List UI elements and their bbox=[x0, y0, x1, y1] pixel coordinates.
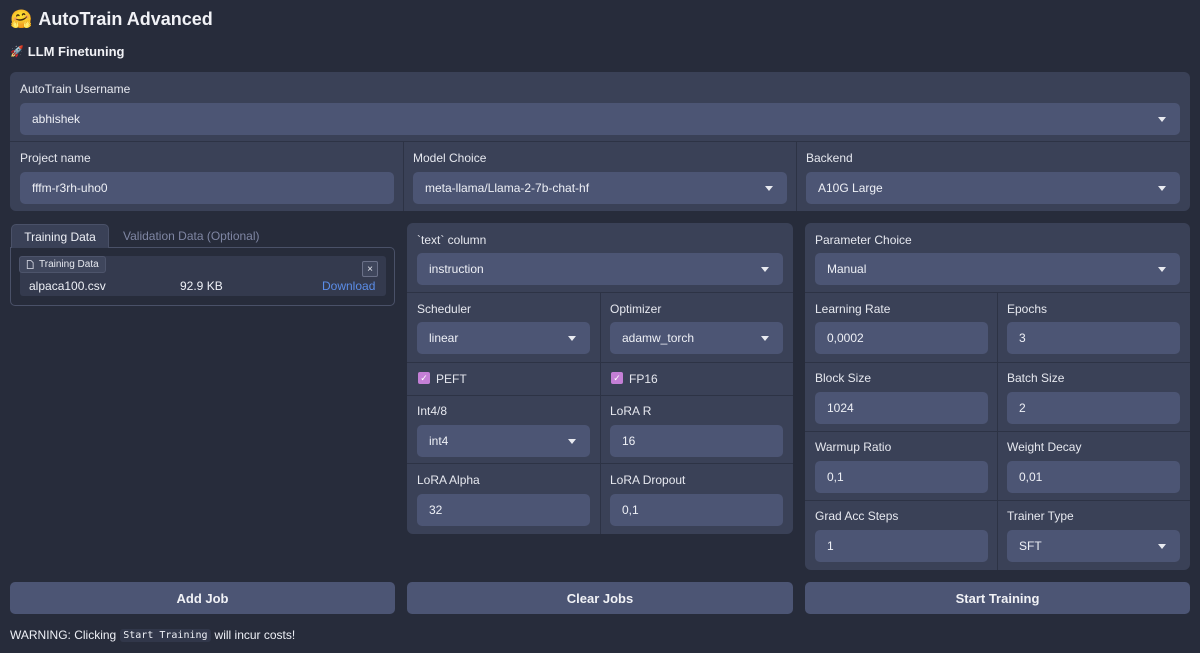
page-subtitle-text: LLM Finetuning bbox=[27, 44, 125, 59]
warmup-ratio-input[interactable]: 0,1 bbox=[815, 461, 988, 493]
divider bbox=[10, 141, 1190, 142]
grad-acc-steps-input[interactable]: 1 bbox=[815, 530, 988, 562]
file-chip-label: Training Data bbox=[39, 259, 99, 270]
app-title: 🤗 AutoTrain Advanced bbox=[10, 9, 213, 30]
batch-size-input[interactable]: 2 bbox=[1007, 392, 1180, 424]
warning-suffix: will incur costs! bbox=[214, 628, 296, 642]
file-icon bbox=[26, 260, 34, 269]
divider bbox=[805, 431, 1190, 432]
backend-label: Backend bbox=[806, 151, 853, 165]
optimizer-dropdown[interactable]: adamw_torch bbox=[610, 322, 783, 354]
int-dropdown[interactable]: int4 bbox=[417, 425, 590, 457]
learning-rate-input[interactable]: 0,0002 bbox=[815, 322, 988, 354]
text-column-label: `text` column bbox=[417, 233, 487, 247]
app-title-text: AutoTrain Advanced bbox=[38, 9, 213, 29]
trainer-type-dropdown[interactable]: SFT bbox=[1007, 530, 1180, 562]
divider bbox=[407, 362, 793, 363]
tab-validation-data[interactable]: Validation Data (Optional) bbox=[123, 229, 260, 243]
divider bbox=[805, 362, 1190, 363]
file-name: alpaca100.csv bbox=[29, 279, 106, 293]
block-size-input[interactable]: 1024 bbox=[815, 392, 988, 424]
optimizer-label: Optimizer bbox=[610, 302, 662, 316]
model-choice-label: Model Choice bbox=[413, 151, 487, 165]
peft-label: PEFT bbox=[436, 372, 467, 386]
clear-jobs-button[interactable]: Clear Jobs bbox=[407, 582, 793, 614]
model-choice-dropdown[interactable]: meta-llama/Llama-2-7b-chat-hf bbox=[413, 172, 787, 204]
divider bbox=[407, 463, 793, 464]
trainer-type-label: Trainer Type bbox=[1007, 509, 1074, 523]
lora-r-label: LoRA R bbox=[610, 404, 652, 418]
fp16-checkbox[interactable]: ✓ bbox=[611, 372, 623, 384]
epochs-input[interactable]: 3 bbox=[1007, 322, 1180, 354]
divider bbox=[796, 141, 797, 211]
page-subtitle: 🚀 LLM Finetuning bbox=[10, 44, 124, 59]
lora-dropout-input[interactable]: 0,1 bbox=[610, 494, 783, 526]
scheduler-label: Scheduler bbox=[417, 302, 472, 316]
divider bbox=[600, 292, 601, 534]
file-chip: Training Data bbox=[19, 256, 106, 273]
backend-dropdown[interactable]: A10G Large bbox=[806, 172, 1180, 204]
close-icon[interactable]: × bbox=[362, 261, 378, 277]
epochs-label: Epochs bbox=[1007, 302, 1048, 316]
peft-checkbox[interactable]: ✓ bbox=[418, 372, 430, 384]
username-dropdown[interactable]: abhishek bbox=[20, 103, 1180, 135]
fp16-label: FP16 bbox=[629, 372, 658, 386]
grad-acc-steps-label: Grad Acc Steps bbox=[815, 509, 899, 523]
scheduler-dropdown[interactable]: linear bbox=[417, 322, 590, 354]
parameter-choice-label: Parameter Choice bbox=[815, 233, 912, 247]
warning-code: Start Training bbox=[120, 628, 211, 642]
text-column-dropdown[interactable]: instruction bbox=[417, 253, 783, 285]
rocket-icon: 🚀 bbox=[10, 46, 24, 58]
divider bbox=[805, 500, 1190, 501]
lora-alpha-input[interactable]: 32 bbox=[417, 494, 590, 526]
training-options-panel: `text` column instruction Scheduler line… bbox=[407, 223, 793, 534]
lora-alpha-label: LoRA Alpha bbox=[417, 473, 480, 487]
parameters-panel: Parameter Choice Manual Learning Rate 0,… bbox=[805, 223, 1190, 570]
project-name-input[interactable]: fffm-r3rh-uho0 bbox=[20, 172, 394, 204]
tab-training-data[interactable]: Training Data bbox=[11, 224, 109, 248]
file-size: 92.9 KB bbox=[180, 279, 223, 293]
weight-decay-label: Weight Decay bbox=[1007, 440, 1082, 454]
warmup-ratio-label: Warmup Ratio bbox=[815, 440, 892, 454]
divider bbox=[403, 141, 404, 211]
lora-dropout-label: LoRA Dropout bbox=[610, 473, 686, 487]
download-link[interactable]: Download bbox=[322, 279, 375, 293]
start-training-button[interactable]: Start Training bbox=[805, 582, 1190, 614]
config-panel: AutoTrain Username abhishek Project name… bbox=[10, 72, 1190, 211]
lora-r-input[interactable]: 16 bbox=[610, 425, 783, 457]
weight-decay-input[interactable]: 0,01 bbox=[1007, 461, 1180, 493]
divider bbox=[407, 395, 793, 396]
username-label: AutoTrain Username bbox=[20, 82, 131, 96]
parameter-choice-dropdown[interactable]: Manual bbox=[815, 253, 1180, 285]
block-size-label: Block Size bbox=[815, 371, 872, 385]
project-name-label: Project name bbox=[20, 151, 91, 165]
cost-warning: WARNING: Clicking Start Training will in… bbox=[10, 628, 295, 642]
batch-size-label: Batch Size bbox=[1007, 371, 1065, 385]
learning-rate-label: Learning Rate bbox=[815, 302, 891, 316]
hugging-face-icon: 🤗 bbox=[10, 9, 33, 29]
int-label: Int4/8 bbox=[417, 404, 448, 418]
warning-prefix: WARNING: Clicking bbox=[10, 628, 117, 642]
add-job-button[interactable]: Add Job bbox=[10, 582, 395, 614]
